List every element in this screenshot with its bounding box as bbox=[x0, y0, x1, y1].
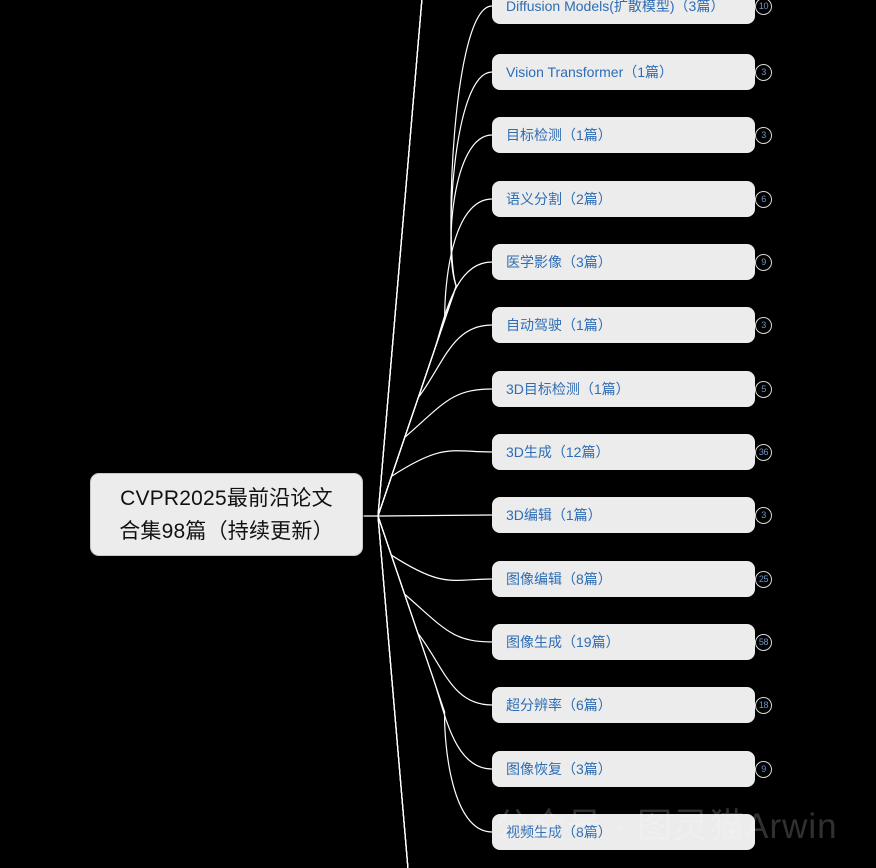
topic-node[interactable]: 图像编辑（8篇） bbox=[492, 561, 755, 597]
topic-node-label: 目标检测（1篇） bbox=[506, 127, 612, 143]
topic-edge bbox=[377, 134, 493, 517]
topic-node[interactable]: Vision Transformer（1篇） bbox=[492, 54, 755, 90]
topic-node[interactable]: 超分辨率（6篇） bbox=[492, 687, 755, 723]
topic-edge bbox=[377, 324, 493, 517]
offscreen-edge bbox=[377, 515, 409, 868]
offscreen-edge bbox=[377, 0, 423, 517]
topic-node-label: 图像编辑（8篇） bbox=[506, 571, 612, 587]
topic-edge bbox=[377, 514, 493, 517]
topic-edge bbox=[377, 515, 493, 770]
topic-node-label: Vision Transformer（1篇） bbox=[506, 64, 674, 80]
topic-node[interactable]: 自动驾驶（1篇） bbox=[492, 307, 755, 343]
topic-edge bbox=[377, 5, 493, 517]
topic-count-badge[interactable]: 36 bbox=[755, 443, 772, 461]
topic-count-badge[interactable]: 25 bbox=[755, 570, 772, 588]
offscreen-edge bbox=[377, 515, 409, 868]
topic-node[interactable]: 目标检测（1篇） bbox=[492, 117, 755, 153]
root-node-label: CVPR2025最前沿论文 合集98篇（持续更新） bbox=[119, 486, 334, 543]
topic-node-label: 医学影像（3篇） bbox=[506, 254, 612, 270]
topic-node-label: 超分辨率（6篇） bbox=[506, 697, 612, 713]
offscreen-edge bbox=[377, 0, 423, 517]
root-node[interactable]: CVPR2025最前沿论文 合集98篇（持续更新） bbox=[90, 473, 363, 556]
topic-count-badge[interactable]: 6 bbox=[755, 190, 772, 208]
topic-node-label: 语义分割（2篇） bbox=[506, 191, 612, 207]
topic-node[interactable]: 视频生成（8篇） bbox=[492, 814, 755, 850]
offscreen-edge bbox=[377, 0, 423, 517]
edge-paths bbox=[363, 0, 493, 868]
topic-edge bbox=[377, 515, 493, 581]
topic-edge bbox=[377, 388, 493, 517]
topic-edge bbox=[377, 515, 493, 706]
offscreen-edge bbox=[377, 515, 409, 868]
topic-edge bbox=[377, 515, 493, 643]
topic-count-badge[interactable]: 5 bbox=[755, 380, 772, 398]
topic-node[interactable]: 图像恢复（3篇） bbox=[492, 751, 755, 787]
topic-node[interactable]: 语义分割（2篇） bbox=[492, 181, 755, 217]
topic-count-badge[interactable]: 58 bbox=[755, 633, 772, 651]
topic-node-label: 3D生成（12篇） bbox=[506, 444, 610, 460]
topic-node[interactable]: 3D生成（12篇） bbox=[492, 434, 755, 470]
topic-count-badge[interactable]: 9 bbox=[755, 760, 772, 778]
offscreen-edge bbox=[377, 0, 423, 517]
topic-node-label: 图像恢复（3篇） bbox=[506, 761, 612, 777]
topic-node[interactable]: 3D目标检测（1篇） bbox=[492, 371, 755, 407]
mindmap-canvas: CVPR2025最前沿论文 合集98篇（持续更新） Diffusion Mode… bbox=[0, 0, 876, 868]
offscreen-edge bbox=[377, 0, 423, 517]
topic-count-badge[interactable]: 9 bbox=[755, 253, 772, 271]
topic-node-label: 自动驾驶（1篇） bbox=[506, 317, 612, 333]
topic-node-label: 3D目标检测（1篇） bbox=[506, 381, 630, 397]
topic-node[interactable]: Diffusion Models(扩散模型)（3篇） bbox=[492, 0, 755, 24]
topic-count-badge[interactable]: 3 bbox=[755, 506, 772, 524]
offscreen-edge bbox=[377, 515, 409, 868]
topic-edge bbox=[377, 71, 493, 517]
topic-node[interactable]: 图像生成（19篇） bbox=[492, 624, 755, 660]
topic-count-badge[interactable]: 3 bbox=[755, 63, 772, 81]
topic-count-badge[interactable]: 3 bbox=[755, 126, 772, 144]
offscreen-edge bbox=[377, 515, 409, 868]
topic-edge bbox=[377, 198, 493, 517]
topic-edge bbox=[377, 450, 493, 517]
topic-node[interactable]: 3D编辑（1篇） bbox=[492, 497, 755, 533]
topic-count-badge[interactable]: 10 bbox=[755, 0, 772, 15]
topic-count-badge[interactable]: 3 bbox=[755, 316, 772, 334]
topic-node-label: 视频生成（8篇） bbox=[506, 824, 612, 840]
topic-node-label: 图像生成（19篇） bbox=[506, 634, 620, 650]
topic-edge bbox=[377, 261, 493, 517]
topic-count-badge[interactable]: 18 bbox=[755, 696, 772, 714]
topic-node[interactable]: 医学影像（3篇） bbox=[492, 244, 755, 280]
topic-node-label: 3D编辑（1篇） bbox=[506, 507, 602, 523]
topic-node-label: Diffusion Models(扩散模型)（3篇） bbox=[506, 0, 725, 14]
topic-edge bbox=[377, 515, 493, 833]
